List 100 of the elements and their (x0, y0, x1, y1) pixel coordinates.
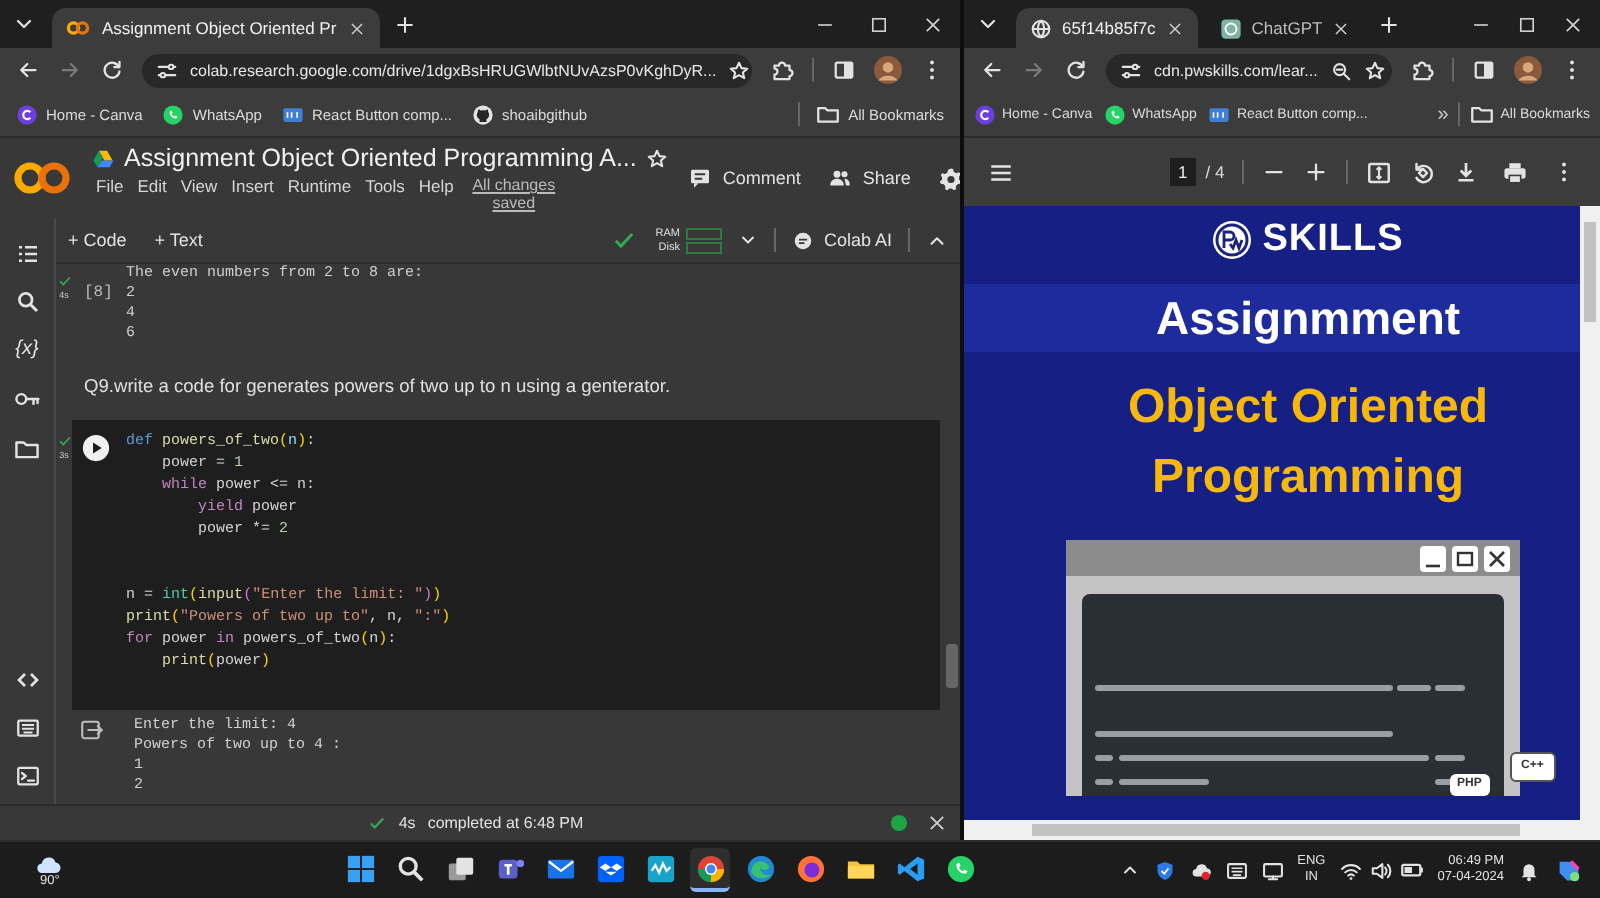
menu-item[interactable]: View (180, 176, 218, 196)
site-favicon-icon (1208, 103, 1231, 125)
close-icon[interactable] (922, 13, 944, 35)
cloud-icon[interactable] (1189, 859, 1212, 881)
box-app-icon (595, 853, 625, 883)
comment-icon (688, 166, 713, 190)
zoom-in-icon[interactable] (1304, 160, 1329, 184)
scrollbar-thumb[interactable] (1032, 824, 1520, 836)
run-duration: 4s (398, 814, 416, 832)
add-code-button[interactable]: + Code (68, 230, 127, 250)
url-text: colab.research.google.com/drive/1dgxBsHRUGWlbtNUvAzsP0vKghDyR... (190, 61, 717, 79)
menu-item[interactable]: Runtime (287, 176, 352, 196)
forward-arrow-icon[interactable] (1022, 58, 1046, 82)
site-favicon-icon (974, 103, 996, 125)
page-number-field[interactable]: 1 (1170, 158, 1196, 186)
status-dot-icon (890, 814, 908, 832)
search-icon[interactable] (15, 290, 39, 314)
shield-icon[interactable] (1153, 859, 1176, 881)
settings-icon[interactable] (938, 165, 960, 191)
print-icon[interactable] (1502, 159, 1528, 185)
notification-bell-icon[interactable] (1518, 859, 1540, 881)
forward-arrow-icon[interactable] (58, 58, 82, 82)
side-panel-icon[interactable] (832, 58, 856, 82)
bookmark-star-icon[interactable] (1363, 59, 1386, 81)
close-icon[interactable] (1165, 19, 1184, 37)
profile-avatar-icon[interactable] (874, 56, 902, 84)
share-label: Share (862, 168, 911, 188)
download-icon[interactable] (1454, 160, 1478, 184)
menu-item[interactable]: File (96, 176, 124, 196)
assistant-icon[interactable] (1554, 855, 1584, 885)
save-status-link[interactable]: All changes saved (467, 176, 560, 212)
menu-item[interactable]: Tools (365, 176, 405, 196)
wifi-icon (1339, 859, 1362, 881)
tab-title: ChatGPT (1251, 18, 1323, 38)
maximize-icon[interactable] (1516, 13, 1538, 35)
notebook-title[interactable]: Assignment Object Oriented Programming A... (124, 144, 637, 172)
search-icon (395, 853, 425, 883)
run-button-icon[interactable] (82, 434, 110, 462)
add-text-button[interactable]: + Text (154, 230, 203, 250)
keyboard-icon[interactable] (15, 716, 39, 740)
comment-button[interactable]: Comment (688, 166, 801, 190)
code-brackets-icon[interactable] (15, 668, 39, 692)
address-bar[interactable]: colab.research.google.com/drive/1dgxBsHRUGWlbtNUvAzsP0vKghDyR... (142, 53, 752, 87)
ai-icon (791, 229, 814, 251)
rotate-icon[interactable] (1410, 159, 1437, 185)
notebook-logo-icon[interactable] (12, 160, 72, 196)
browser-icon (745, 853, 775, 883)
colab-ai-label: Colab AI (823, 230, 892, 250)
site-settings-icon[interactable] (1120, 59, 1142, 81)
drive-icon[interactable] (92, 147, 114, 169)
back-arrow-icon[interactable] (16, 58, 40, 82)
profile-avatar-icon[interactable] (1514, 56, 1542, 84)
browser-icon (695, 853, 725, 883)
maximize-icon[interactable] (868, 13, 890, 35)
colab-ai-button[interactable]: Colab AI (791, 229, 892, 251)
comment-label: Comment (722, 168, 801, 188)
cat-logo-icon (472, 103, 495, 125)
browser-tab[interactable]: Assignment Object Oriented Pr (52, 8, 381, 48)
zoom-icon[interactable] (1329, 59, 1352, 81)
address-bar[interactable]: cdn.pwskills.com/lear... (1106, 53, 1392, 87)
back-arrow-icon[interactable] (980, 58, 1004, 82)
quick-settings-button[interactable] (1339, 858, 1424, 882)
scrollbar-thumb[interactable] (946, 644, 958, 688)
side-panel-icon[interactable] (1472, 58, 1496, 82)
browser-tab[interactable]: 65f14b85f7c (1016, 8, 1198, 48)
close-icon[interactable] (348, 19, 367, 37)
bookmark-star-icon[interactable] (728, 59, 751, 81)
more-bookmarks-button[interactable]: » (1437, 103, 1449, 125)
scrollbar-thumb[interactable] (1584, 222, 1596, 322)
table-of-contents-icon[interactable] (15, 242, 39, 266)
output-icon[interactable] (80, 718, 104, 742)
close-icon[interactable] (926, 812, 948, 834)
extensions-icon[interactable] (1410, 58, 1434, 82)
task-view-icon (445, 853, 475, 883)
terminal-icon[interactable] (15, 764, 39, 788)
star-icon[interactable] (646, 147, 669, 169)
extensions-icon[interactable] (770, 58, 794, 82)
taskbar-app-button[interactable] (690, 848, 730, 892)
reload-icon[interactable] (100, 58, 124, 82)
monitor-icon[interactable] (1261, 859, 1284, 881)
site-favicon-icon (281, 103, 304, 125)
close-icon[interactable] (1562, 13, 1584, 35)
menu-item[interactable]: Help (418, 176, 454, 196)
battery-icon (1399, 858, 1424, 882)
menu-icon[interactable] (988, 159, 1014, 185)
site-settings-icon[interactable] (156, 59, 178, 81)
variables-icon[interactable]: {x} (15, 338, 39, 362)
reload-icon[interactable] (1064, 58, 1088, 82)
share-button[interactable]: Share (828, 166, 911, 190)
browser-tab[interactable]: ChatGPT (1205, 8, 1365, 48)
keyboard-icon[interactable] (1225, 859, 1248, 881)
folder-icon[interactable] (14, 436, 40, 462)
new-tab-icon[interactable] (394, 13, 417, 35)
wave-app-icon (645, 853, 675, 883)
new-tab-icon[interactable] (1378, 13, 1401, 35)
close-icon[interactable] (1332, 19, 1351, 37)
menu-item[interactable]: Edit (137, 176, 167, 196)
menu-item[interactable]: Insert (231, 176, 274, 196)
fit-page-icon[interactable] (1366, 159, 1393, 185)
checkmark-icon (57, 274, 71, 288)
